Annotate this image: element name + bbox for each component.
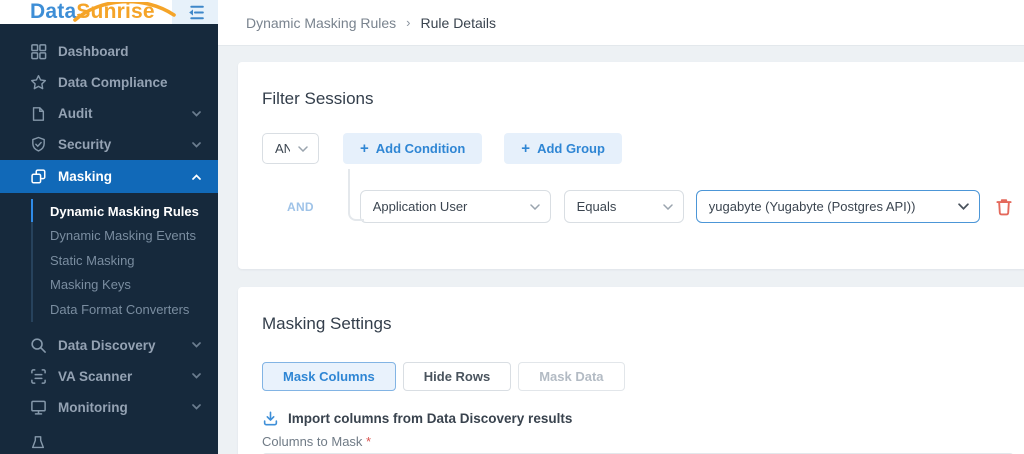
- sidebar-item-security[interactable]: Security: [0, 129, 218, 160]
- group-operator-value: AND: [275, 141, 290, 156]
- add-group-label: Add Group: [537, 141, 605, 156]
- condition-field-value: Application User: [372, 199, 468, 214]
- star-icon: [29, 74, 47, 92]
- search-icon: [29, 336, 47, 354]
- add-group-button[interactable]: + Add Group: [504, 133, 622, 164]
- group-operator-select[interactable]: AND: [262, 133, 319, 164]
- breadcrumb-current: Rule Details: [420, 14, 496, 31]
- add-condition-label: Add Condition: [375, 141, 466, 156]
- chevron-down-icon: [529, 203, 540, 210]
- sidebar-item-va-scanner[interactable]: VA Scanner: [0, 361, 218, 392]
- download-icon: [263, 411, 278, 426]
- collapse-sidebar-icon: [188, 5, 204, 19]
- filter-sessions-card: Filter Sessions AND + Add Condition + Ad…: [238, 62, 1024, 269]
- app-window: DataSunrise Dashboard Data Compliance Au…: [0, 0, 1024, 454]
- chevron-down-icon: [192, 373, 202, 379]
- sidebar-item-partial[interactable]: [0, 428, 218, 454]
- filter-controls-row: AND + Add Condition + Add Group: [262, 133, 1014, 164]
- sidebar-subitem-data-format-converters[interactable]: Data Format Converters: [0, 297, 218, 322]
- breadcrumb-separator: ›: [406, 15, 411, 30]
- masking-layers-icon: [29, 168, 47, 186]
- subitem-label: Static Masking: [50, 252, 135, 268]
- breadcrumb: Dynamic Masking Rules › Rule Details: [246, 15, 496, 31]
- masking-mode-tabs: Mask Columns Hide Rows Mask Data: [262, 362, 1014, 391]
- sidebar-item-audit[interactable]: Audit: [0, 98, 218, 129]
- page-content: Filter Sessions AND + Add Condition + Ad…: [218, 46, 1024, 454]
- masking-submenu: Dynamic Masking Rules Dynamic Masking Ev…: [0, 193, 218, 330]
- condition-tree-connector: [348, 169, 364, 221]
- sidebar-item-data-compliance[interactable]: Data Compliance: [0, 67, 218, 98]
- sidebar: DataSunrise Dashboard Data Compliance Au…: [0, 0, 218, 454]
- sidebar-nav: Dashboard Data Compliance Audit Security…: [0, 24, 218, 454]
- chevron-down-icon: [192, 342, 202, 348]
- sidebar-item-data-discovery[interactable]: Data Discovery: [0, 330, 218, 361]
- grid-icon: [29, 43, 47, 61]
- sidebar-item-label: Data Discovery: [58, 337, 156, 353]
- chevron-up-icon: [192, 173, 202, 180]
- condition-value-select[interactable]: yugabyte (Yugabyte (Postgres API)): [695, 190, 981, 223]
- monitor-icon: [29, 398, 47, 416]
- sidebar-item-masking[interactable]: Masking: [0, 160, 218, 193]
- columns-to-mask-label: Columns to Mask *: [262, 434, 372, 449]
- condition-value: yugabyte (Yugabyte (Postgres API)): [708, 199, 916, 214]
- sidebar-item-label: Data Compliance: [58, 75, 168, 90]
- sidebar-item-label: Security: [58, 137, 112, 152]
- chevron-down-icon: [298, 145, 308, 152]
- sidebar-header: DataSunrise: [0, 0, 218, 24]
- delete-condition-button[interactable]: [994, 196, 1014, 217]
- tab-hide-rows[interactable]: Hide Rows: [402, 362, 512, 391]
- plus-icon: +: [360, 140, 369, 157]
- sidebar-subitem-dynamic-masking-events[interactable]: Dynamic Masking Events: [0, 224, 218, 249]
- sidebar-item-label: Masking: [58, 169, 113, 184]
- condition-row: AND Application User Equals yugabyte (Yu…: [287, 169, 1014, 223]
- breadcrumb-parent-link[interactable]: Dynamic Masking Rules: [246, 15, 396, 31]
- add-condition-button[interactable]: + Add Condition: [343, 133, 483, 164]
- sidebar-item-label: Dashboard: [58, 44, 129, 59]
- condition-connector-label: AND: [287, 199, 314, 214]
- main-area: Dynamic Masking Rules › Rule Details Fil…: [218, 0, 1024, 454]
- report-icon: [29, 434, 47, 452]
- subitem-label: Masking Keys: [50, 277, 131, 293]
- tab-mask-data[interactable]: Mask Data: [518, 362, 625, 391]
- import-columns-label: Import columns from Data Discovery resul…: [288, 411, 573, 426]
- sidebar-item-label: Monitoring: [58, 399, 128, 415]
- chevron-down-icon: [192, 110, 202, 117]
- sidebar-item-monitoring[interactable]: Monitoring: [0, 392, 218, 423]
- tab-mask-columns[interactable]: Mask Columns: [262, 362, 396, 391]
- chevron-down-icon: [663, 203, 673, 210]
- sidebar-subitem-static-masking[interactable]: Static Masking: [0, 248, 218, 273]
- masking-settings-card: Masking Settings Mask Columns Hide Rows …: [238, 287, 1024, 454]
- shield-check-icon: [29, 136, 47, 154]
- sidebar-item-dashboard[interactable]: Dashboard: [0, 36, 218, 67]
- masking-settings-title: Masking Settings: [262, 314, 392, 333]
- condition-operator-value: Equals: [576, 199, 617, 214]
- chevron-down-icon: [192, 404, 202, 410]
- topbar: Dynamic Masking Rules › Rule Details: [218, 0, 1024, 46]
- subitem-label: Dynamic Masking Rules: [50, 203, 199, 219]
- plus-icon: +: [521, 140, 531, 157]
- datasunrise-logo[interactable]: DataSunrise: [0, 0, 176, 24]
- active-submenu-indicator: [31, 199, 33, 222]
- subitem-label: Dynamic Masking Events: [50, 228, 196, 244]
- sidebar-item-label: VA Scanner: [58, 368, 133, 384]
- import-columns-link[interactable]: Import columns from Data Discovery resul…: [262, 410, 1014, 427]
- condition-field-select[interactable]: Application User: [359, 190, 551, 223]
- sunrise-arc-icon: [73, 2, 176, 22]
- condition-operator-select[interactable]: Equals: [563, 190, 684, 223]
- filter-sessions-title: Filter Sessions: [262, 89, 374, 108]
- sidebar-item-label: Audit: [58, 106, 93, 121]
- sidebar-subitem-masking-keys[interactable]: Masking Keys: [0, 273, 218, 298]
- subitem-label: Data Format Converters: [50, 301, 190, 317]
- document-icon: [29, 105, 47, 123]
- required-marker: *: [366, 434, 372, 449]
- chevron-down-icon: [958, 203, 969, 210]
- chevron-down-icon: [192, 141, 202, 148]
- trash-icon: [996, 199, 1012, 216]
- scanner-icon: [29, 367, 47, 385]
